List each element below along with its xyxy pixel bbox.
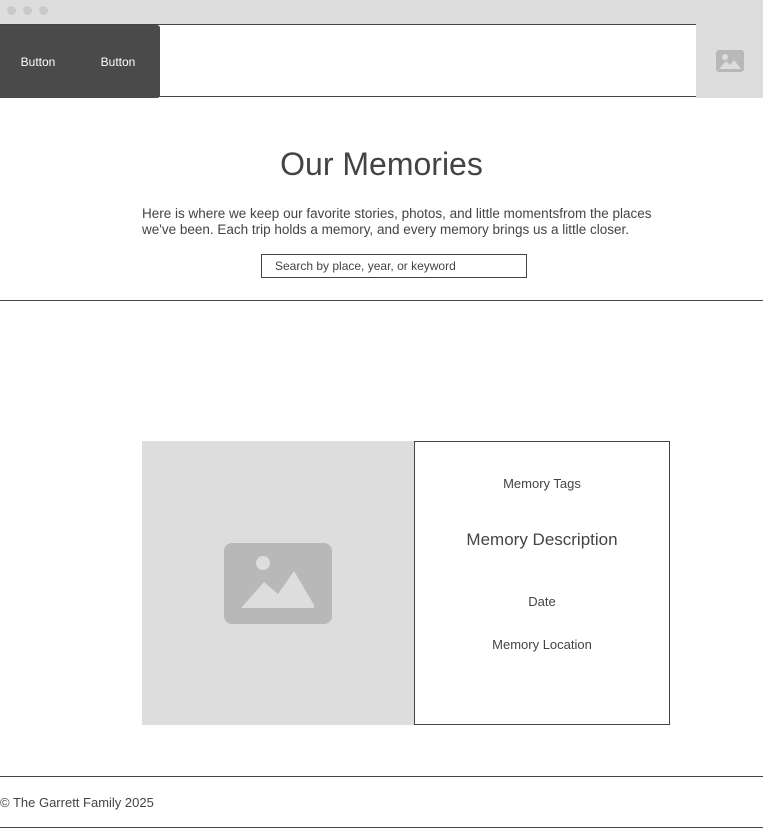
search-input[interactable] xyxy=(261,254,527,278)
memory-card[interactable]: Memory Tags Memory Description Date Memo… xyxy=(142,441,670,725)
memory-tags: Memory Tags xyxy=(503,476,581,491)
window-maximize-dot[interactable] xyxy=(39,6,48,15)
section-divider xyxy=(0,300,763,301)
footer: © The Garrett Family 2025 xyxy=(0,776,763,828)
footer-copyright: © The Garrett Family 2025 xyxy=(0,795,154,810)
memory-info-panel: Memory Tags Memory Description Date Memo… xyxy=(414,441,670,725)
intro-text: Here is where we keep our favorite stori… xyxy=(142,206,652,237)
memory-date: Date xyxy=(528,594,556,609)
header-image-placeholder xyxy=(696,24,763,98)
image-placeholder-icon xyxy=(715,50,744,72)
memory-image-placeholder xyxy=(142,441,414,725)
page-title: Our Memories xyxy=(280,146,483,182)
window-close-dot[interactable] xyxy=(7,6,16,15)
memory-location: Memory Location xyxy=(492,637,592,652)
image-placeholder-icon xyxy=(224,542,332,624)
nav-button-group: Button Button xyxy=(0,25,160,98)
memory-description: Memory Description xyxy=(466,530,618,549)
window-titlebar xyxy=(0,0,763,24)
nav-button-1[interactable]: Button xyxy=(0,25,76,98)
window-minimize-dot[interactable] xyxy=(23,6,32,15)
nav-button-2[interactable]: Button xyxy=(76,25,160,98)
